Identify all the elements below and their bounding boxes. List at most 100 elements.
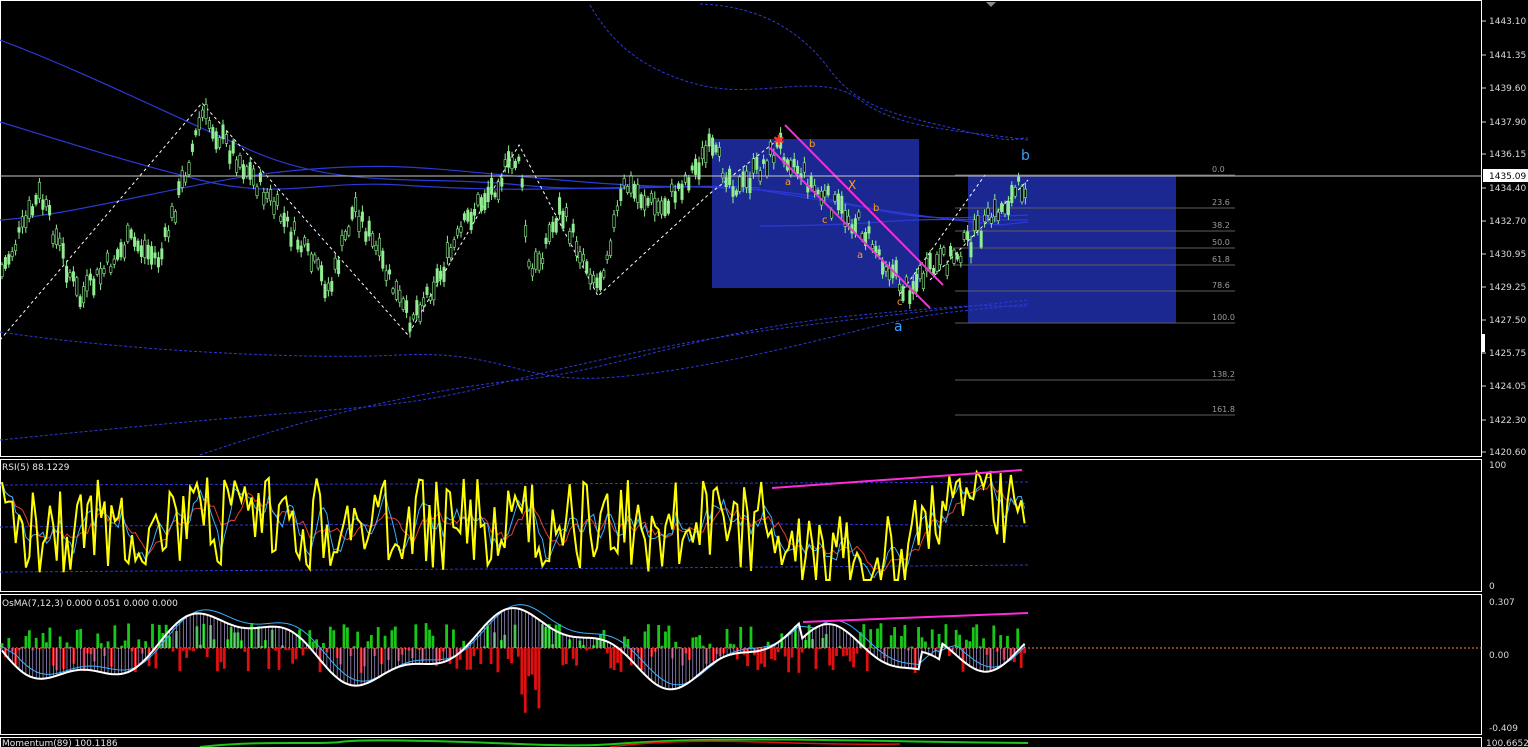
candle <box>7 254 11 265</box>
osma-bar <box>841 648 845 657</box>
osma-bar <box>889 635 893 648</box>
candle <box>282 212 286 227</box>
candle <box>1000 203 1004 212</box>
candle <box>646 198 650 206</box>
candle <box>377 237 381 257</box>
candle <box>99 267 103 285</box>
candle <box>286 216 290 222</box>
candle <box>320 265 324 282</box>
candle <box>82 286 86 304</box>
osma-axis-zero: 0.00 <box>1489 651 1509 661</box>
candle <box>493 192 497 198</box>
osma-bar <box>328 626 332 648</box>
candle <box>473 208 477 216</box>
candle <box>432 281 436 301</box>
wave-label-small: a <box>785 177 791 188</box>
candle <box>602 270 606 278</box>
candle <box>180 170 184 188</box>
candle <box>609 240 613 256</box>
candle <box>466 209 470 222</box>
osma-bar <box>346 627 349 648</box>
osma-bar <box>287 648 291 650</box>
price-axis-label: 1436.15 <box>1489 150 1526 160</box>
osma-bar <box>45 642 48 648</box>
osma-bar <box>123 640 127 648</box>
candle <box>133 236 137 247</box>
candle <box>54 228 58 245</box>
candle <box>561 211 565 229</box>
candle <box>187 162 191 175</box>
candle <box>469 212 473 230</box>
price-axis-label: 1422.30 <box>1489 416 1526 426</box>
osma-bar <box>787 648 790 673</box>
rsi-title: RSI(5) 88.1229 <box>2 463 70 473</box>
candle <box>826 185 830 196</box>
candle <box>612 214 616 228</box>
candle <box>75 277 79 296</box>
osma-bar <box>246 648 250 672</box>
osma-bar <box>694 637 698 648</box>
osma-title: OsMA(7,12,3) 0.000 0.051 0.000 0.000 <box>2 599 178 609</box>
price-axis-label: 1429.25 <box>1489 283 1526 293</box>
price-axis-label: 1430.95 <box>1489 250 1526 260</box>
candle <box>558 197 562 215</box>
osma-bar <box>817 648 821 649</box>
osma-bar <box>222 648 226 669</box>
fib-level-label: 138.2 <box>1212 370 1235 379</box>
candle <box>966 231 970 240</box>
candle <box>571 223 575 233</box>
osma-bar <box>58 636 62 648</box>
fib-level-label: 161.8 <box>1212 405 1235 414</box>
osma-bar <box>965 639 968 648</box>
axis-scroll-handle[interactable] <box>1482 334 1485 352</box>
candle <box>507 151 511 168</box>
osma-bar <box>137 639 141 648</box>
candle <box>639 194 643 209</box>
wave-label-small: b <box>809 139 815 150</box>
osma-bar <box>171 648 175 652</box>
osma-bar <box>664 631 667 648</box>
wave-label-small: c <box>822 215 828 226</box>
osma-bar <box>106 641 110 648</box>
osma-bar <box>376 627 380 648</box>
candle <box>102 268 106 274</box>
candle <box>248 162 252 180</box>
osma-bar <box>975 624 979 648</box>
fib-level-label: 23.6 <box>1212 198 1230 207</box>
candle <box>71 271 75 282</box>
candle <box>942 247 946 255</box>
candle <box>422 297 426 307</box>
osma-bar <box>120 645 124 648</box>
osma-bar <box>517 648 520 657</box>
osma-bar <box>958 634 961 648</box>
wave-label-big: b <box>1021 148 1030 164</box>
candle <box>714 144 718 153</box>
osma-bar <box>216 648 219 672</box>
candle <box>952 249 956 264</box>
candle <box>48 205 52 216</box>
osma-bar <box>848 648 852 662</box>
candle <box>949 246 953 257</box>
candle <box>445 242 449 258</box>
osma-bar <box>852 648 855 668</box>
osma-bar <box>660 645 664 648</box>
candle <box>3 257 7 269</box>
candle <box>697 162 701 180</box>
osma-bar <box>992 625 996 648</box>
candle <box>867 226 871 234</box>
fib-level-label: 61.8 <box>1212 255 1230 264</box>
wave-label-big: a <box>894 319 903 335</box>
candle <box>551 221 555 233</box>
osma-bar <box>79 628 83 648</box>
osma-bar <box>924 641 927 648</box>
candle <box>156 257 160 268</box>
candle <box>809 175 813 188</box>
osma-bar <box>831 648 835 671</box>
candle <box>459 226 463 233</box>
osma-bar <box>776 648 780 653</box>
candle <box>578 251 582 264</box>
candle <box>908 290 912 305</box>
osma-bar <box>352 646 356 648</box>
osma-bar <box>763 648 767 667</box>
candle <box>235 159 239 173</box>
